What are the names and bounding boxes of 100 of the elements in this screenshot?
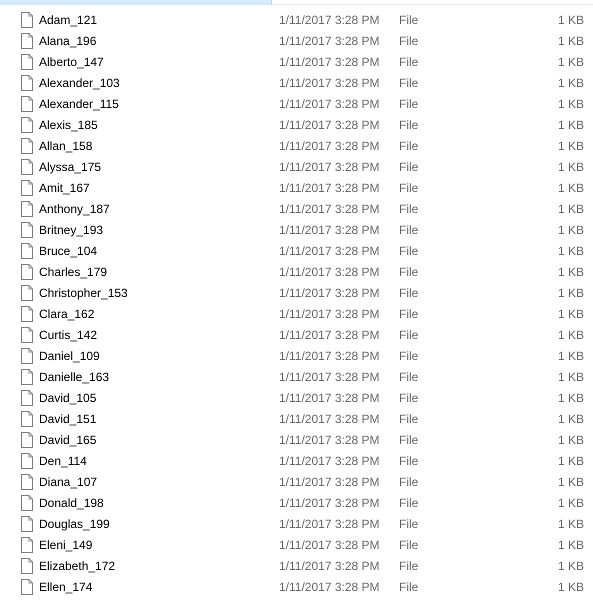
file-name[interactable]: Eleni_149: [39, 538, 279, 552]
file-name[interactable]: Bruce_104: [39, 244, 279, 258]
file-icon: [21, 74, 33, 90]
file-size: 1 KB: [558, 54, 584, 68]
file-name[interactable]: Donald_198: [39, 496, 279, 510]
file-name[interactable]: Alana_196: [39, 34, 279, 48]
file-type: File: [399, 96, 420, 110]
file-size: 1 KB: [558, 538, 584, 552]
file-type: File: [399, 390, 420, 404]
file-size: 1 KB: [558, 138, 584, 152]
file-type: File: [399, 558, 420, 572]
date-modified: 1/11/2017 3:28 PM: [279, 12, 381, 26]
date-modified: 1/11/2017 3:28 PM: [279, 118, 381, 132]
file-size: 1 KB: [558, 390, 584, 404]
date-modified: 1/11/2017 3:28 PM: [279, 54, 381, 68]
file-type: File: [399, 328, 420, 342]
file-type: File: [399, 432, 420, 446]
date-modified: 1/11/2017 3:28 PM: [279, 202, 381, 216]
date-modified: 1/11/2017 3:28 PM: [279, 138, 381, 152]
file-size: 1 KB: [558, 432, 584, 446]
file-icon: [21, 180, 33, 196]
file-name[interactable]: Alexis_185: [39, 118, 279, 132]
file-size: 1 KB: [558, 160, 584, 174]
date-modified: 1/11/2017 3:28 PM: [279, 328, 381, 342]
file-icon: [21, 432, 33, 448]
file-name[interactable]: Danielle_163: [39, 370, 279, 384]
file-icon: [21, 200, 33, 216]
file-size: 1 KB: [558, 412, 584, 426]
date-modified: 1/11/2017 3:28 PM: [279, 96, 381, 110]
file-name[interactable]: Diana_107: [39, 474, 279, 488]
file-type: File: [399, 264, 420, 278]
date-modified: 1/11/2017 3:28 PM: [279, 432, 381, 446]
file-name[interactable]: Adam_121: [39, 12, 279, 26]
file-name[interactable]: Douglas_199: [39, 516, 279, 530]
file-name[interactable]: Alexander_103: [39, 76, 279, 90]
file-icon: [21, 284, 33, 300]
file-name[interactable]: Charles_179: [39, 264, 279, 278]
file-size: 1 KB: [558, 328, 584, 342]
file-name[interactable]: Den_114: [39, 454, 279, 468]
file-icon: [21, 390, 33, 406]
file-size: 1 KB: [558, 580, 584, 594]
date-modified: 1/11/2017 3:28 PM: [279, 454, 381, 468]
file-name[interactable]: Elizabeth_172: [39, 558, 279, 572]
file-size: 1 KB: [558, 348, 584, 362]
file-type: File: [399, 118, 420, 132]
file-size: 1 KB: [558, 516, 584, 530]
file-icon: [21, 368, 33, 384]
file-name[interactable]: Alexander_115: [39, 96, 279, 110]
file-type: File: [399, 34, 420, 48]
file-type: File: [399, 244, 420, 258]
date-modified: 1/11/2017 3:28 PM: [279, 76, 381, 90]
file-name[interactable]: Curtis_142: [39, 328, 279, 342]
date-modified: 1/11/2017 3:28 PM: [279, 474, 381, 488]
file-size: 1 KB: [558, 286, 584, 300]
date-modified: 1/11/2017 3:28 PM: [279, 412, 381, 426]
file-type: File: [399, 538, 420, 552]
file-name[interactable]: Ellen_174: [39, 580, 279, 594]
file-name[interactable]: Allan_158: [39, 138, 279, 152]
date-modified: 1/11/2017 3:28 PM: [279, 370, 381, 384]
file-icon: [21, 474, 33, 490]
file-type: File: [399, 454, 420, 468]
file-size: 1 KB: [558, 76, 584, 90]
file-type: File: [399, 474, 420, 488]
file-type: File: [399, 76, 420, 90]
file-icon: [21, 410, 33, 426]
file-name[interactable]: David_105: [39, 390, 279, 404]
date-modified: 1/11/2017 3:28 PM: [279, 180, 381, 194]
file-name[interactable]: Christopher_153: [39, 286, 279, 300]
file-type: File: [399, 180, 420, 194]
file-size: 1 KB: [558, 244, 584, 258]
file-icon: [21, 138, 33, 154]
file-type: File: [399, 412, 420, 426]
file-type: File: [399, 138, 420, 152]
file-size: 1 KB: [558, 118, 584, 132]
file-icon: [21, 222, 33, 238]
file-icon: [21, 578, 33, 594]
date-modified: 1/11/2017 3:28 PM: [279, 34, 381, 48]
file-name[interactable]: David_165: [39, 432, 279, 446]
file-name[interactable]: Anthony_187: [39, 202, 279, 216]
file-icon: [21, 348, 33, 364]
date-modified: 1/11/2017 3:28 PM: [279, 244, 381, 258]
file-icon: [21, 516, 33, 532]
file-name[interactable]: David_151: [39, 412, 279, 426]
file-type: File: [399, 222, 420, 236]
file-type: File: [399, 160, 420, 174]
file-icon: [21, 326, 33, 342]
file-icon: [21, 558, 33, 574]
file-name[interactable]: Britney_193: [39, 222, 279, 236]
column-header[interactable]: [0, 0, 272, 5]
file-name[interactable]: Daniel_109: [39, 348, 279, 362]
file-size: 1 KB: [558, 454, 584, 468]
file-type: File: [399, 348, 420, 362]
file-size: 1 KB: [558, 202, 584, 216]
file-size: 1 KB: [558, 496, 584, 510]
file-name[interactable]: Alberto_147: [39, 54, 279, 68]
date-modified: 1/11/2017 3:28 PM: [279, 538, 381, 552]
file-name[interactable]: Clara_162: [39, 306, 279, 320]
file-name[interactable]: Amit_167: [39, 180, 279, 194]
file-icon: [21, 96, 33, 112]
file-name[interactable]: Alyssa_175: [39, 160, 279, 174]
